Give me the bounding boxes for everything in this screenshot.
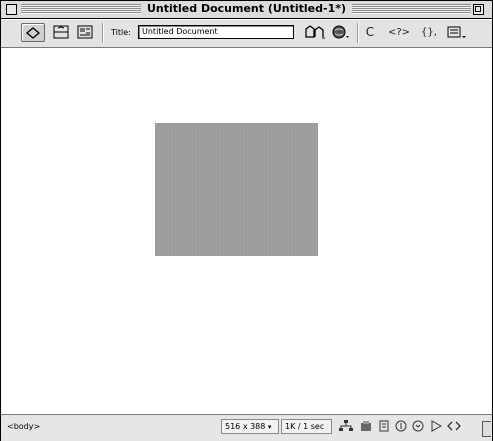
code-navigation-button[interactable]: {}, [417, 23, 441, 42]
design-view-icon [77, 25, 93, 39]
reference-icon: <?> [387, 27, 411, 38]
window-title: Untitled Document (Untitled-1*) [140, 2, 353, 15]
title-label: Title: [111, 28, 131, 37]
document-window: Untitled Document (Untitled-1*) Title: U… [0, 0, 493, 441]
title-bar[interactable]: Untitled Document (Untitled-1*) [1, 1, 492, 19]
zoom-box[interactable] [473, 4, 484, 15]
view-options-button[interactable] [444, 23, 470, 42]
split-view-icon [53, 25, 69, 39]
html-styles-icon[interactable] [377, 420, 391, 434]
preview-in-browser-button[interactable] [329, 23, 353, 42]
resize-handle[interactable] [482, 421, 491, 437]
html-source-icon[interactable] [447, 420, 461, 434]
download-stats-value: 1K / 1 sec [285, 422, 325, 431]
site-icon[interactable] [339, 420, 353, 434]
refresh-icon: C [365, 25, 375, 39]
code-view-icon [25, 27, 41, 39]
timelines-icon[interactable] [429, 420, 443, 434]
design-canvas[interactable] [1, 48, 492, 414]
braces-icon: {}, [421, 27, 437, 38]
window-size-popup[interactable]: 516 x 388 ▾ [221, 419, 279, 434]
globe-icon [332, 25, 349, 39]
chevron-down-icon: ▾ [267, 423, 272, 431]
view-options-icon [447, 26, 466, 38]
document-toolbar: Title: Untitled Document C <?> {}, [1, 19, 492, 48]
status-bar: <body> 516 x 388 ▾ 1K / 1 sec [1, 414, 492, 441]
window-size-value: 516 x 388 [225, 422, 266, 431]
placeholder-image[interactable] [155, 123, 318, 256]
reference-button[interactable]: <?> [384, 23, 414, 42]
design-view-button[interactable] [73, 23, 97, 42]
download-stats: 1K / 1 sec [281, 419, 332, 434]
title-input[interactable]: Untitled Document [138, 25, 294, 39]
toolbar-separator [102, 23, 103, 43]
css-styles-icon[interactable] [394, 420, 408, 434]
assets-icon[interactable] [359, 420, 373, 434]
code-and-design-button[interactable] [49, 23, 73, 42]
behaviors-icon[interactable] [411, 420, 425, 434]
file-management-button[interactable] [301, 23, 329, 42]
file-management-icon [305, 25, 325, 39]
toolbar-separator [357, 23, 358, 43]
tag-selector[interactable]: <body> [7, 422, 40, 431]
code-view-button[interactable] [21, 23, 45, 42]
refresh-button[interactable]: C [361, 23, 379, 42]
